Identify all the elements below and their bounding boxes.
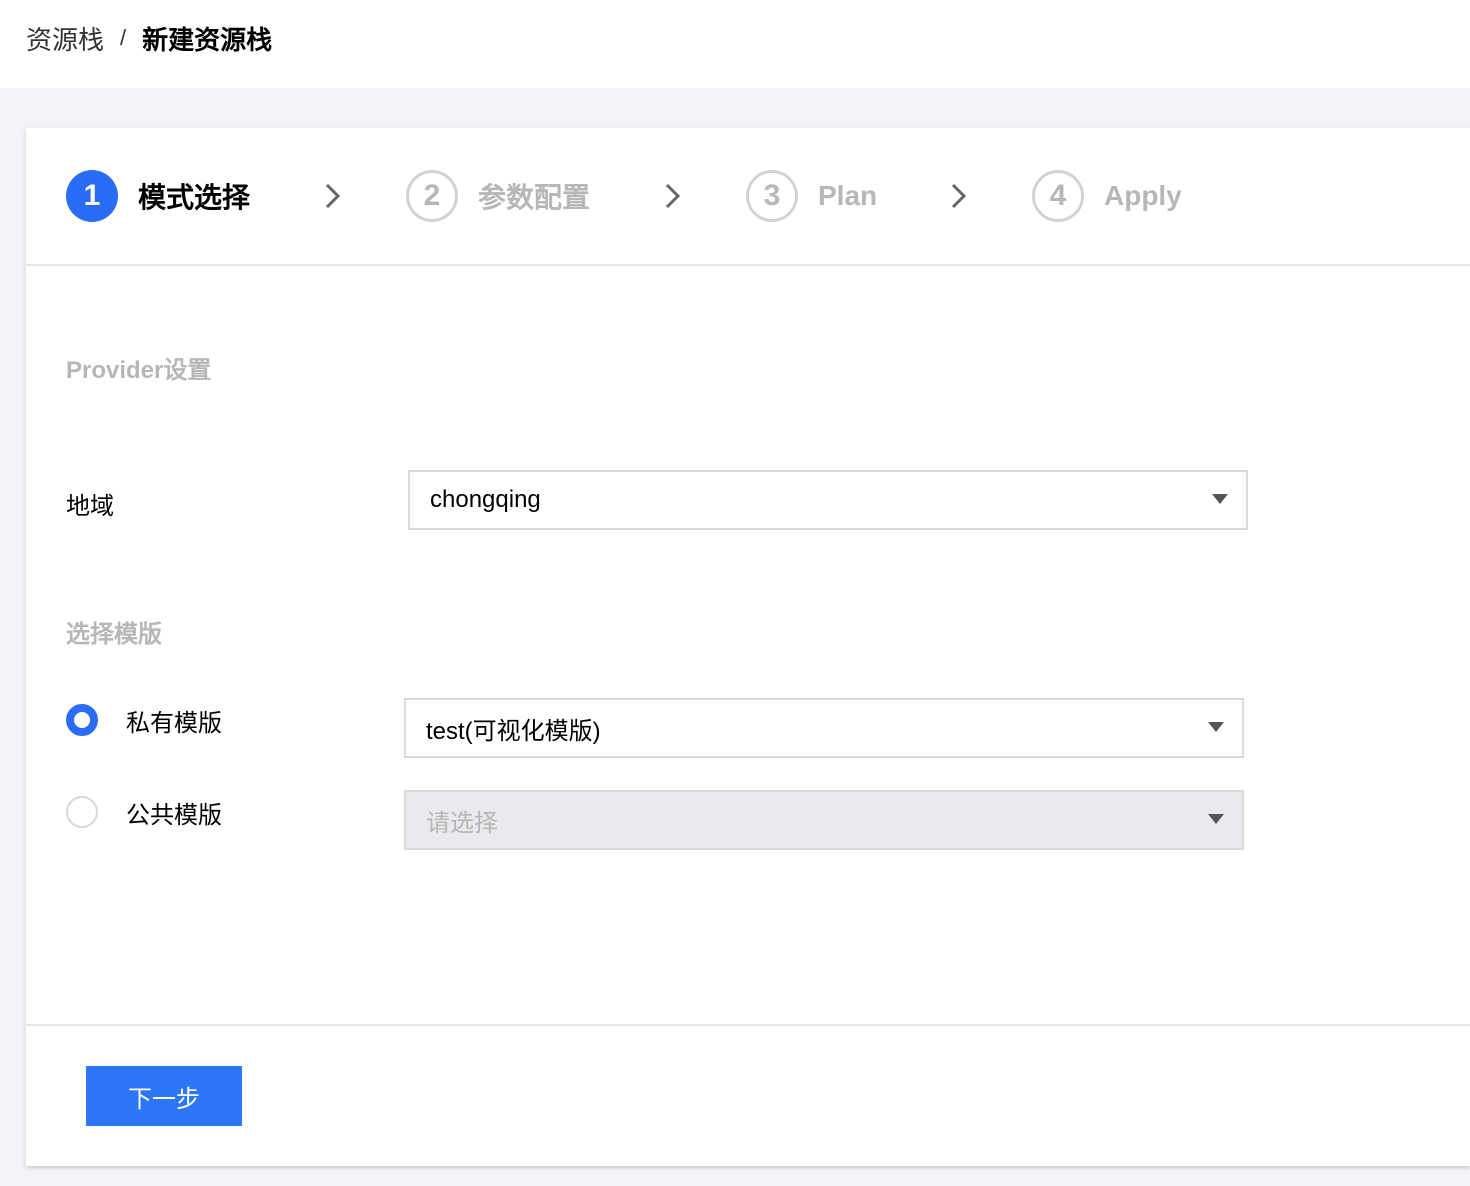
- step-3-circle: 3: [746, 170, 798, 222]
- chevron-right-icon: [316, 180, 348, 212]
- step-4-label: Apply: [1104, 180, 1182, 211]
- step-4-circle: 4: [1032, 170, 1084, 222]
- chevron-right-icon: [942, 180, 974, 212]
- caret-down-icon: [1208, 722, 1224, 732]
- step-1-label: 模式选择: [138, 182, 251, 213]
- step-1-circle: 1: [66, 170, 118, 222]
- step-3-label: Plan: [818, 180, 878, 211]
- step-apply: 4 Apply: [1032, 168, 1182, 224]
- main-card: 1 模式选择 2 参数配置 3 Plan 4 Apply Provider设置 …: [26, 128, 1470, 1166]
- next-step-button[interactable]: 下一步: [86, 1066, 242, 1126]
- caret-down-icon: [1212, 494, 1228, 504]
- footer-divider: [26, 1024, 1470, 1026]
- step-mode-select: 1 模式选择: [66, 168, 250, 224]
- public-template-select[interactable]: 请选择: [404, 790, 1244, 850]
- page-header: 资源栈 / 新建资源栈: [0, 0, 1470, 88]
- steps-bar: 1 模式选择 2 参数配置 3 Plan 4 Apply: [26, 128, 1470, 266]
- step-plan: 3 Plan: [746, 168, 877, 224]
- region-select[interactable]: chongqing: [408, 470, 1248, 530]
- breadcrumb-separator: /: [120, 25, 127, 50]
- public-template-label: 公共模版: [126, 801, 222, 829]
- private-template-select-value: test(可视化模版): [426, 717, 601, 745]
- public-template-select-placeholder: 请选择: [426, 809, 498, 837]
- step-param-config: 2 参数配置: [406, 168, 590, 224]
- provider-section-title: Provider设置: [66, 357, 212, 384]
- chevron-right-icon: [656, 180, 688, 212]
- public-template-radio-row[interactable]: 公共模版: [66, 795, 222, 829]
- private-template-radio[interactable]: [66, 704, 98, 736]
- breadcrumb-current: 新建资源栈: [142, 24, 273, 55]
- template-section-title: 选择模版: [66, 621, 162, 648]
- region-select-value: chongqing: [430, 486, 541, 513]
- step-2-circle: 2: [406, 170, 458, 222]
- private-template-radio-row[interactable]: 私有模版: [66, 703, 222, 737]
- private-template-label: 私有模版: [126, 709, 222, 737]
- caret-down-icon: [1208, 814, 1224, 824]
- private-template-select[interactable]: test(可视化模版): [404, 698, 1244, 758]
- region-label: 地域: [66, 493, 114, 520]
- public-template-radio[interactable]: [66, 796, 98, 828]
- breadcrumb-parent-link[interactable]: 资源栈: [26, 20, 104, 57]
- breadcrumb: 资源栈 / 新建资源栈: [26, 18, 272, 58]
- step-2-label: 参数配置: [478, 182, 591, 213]
